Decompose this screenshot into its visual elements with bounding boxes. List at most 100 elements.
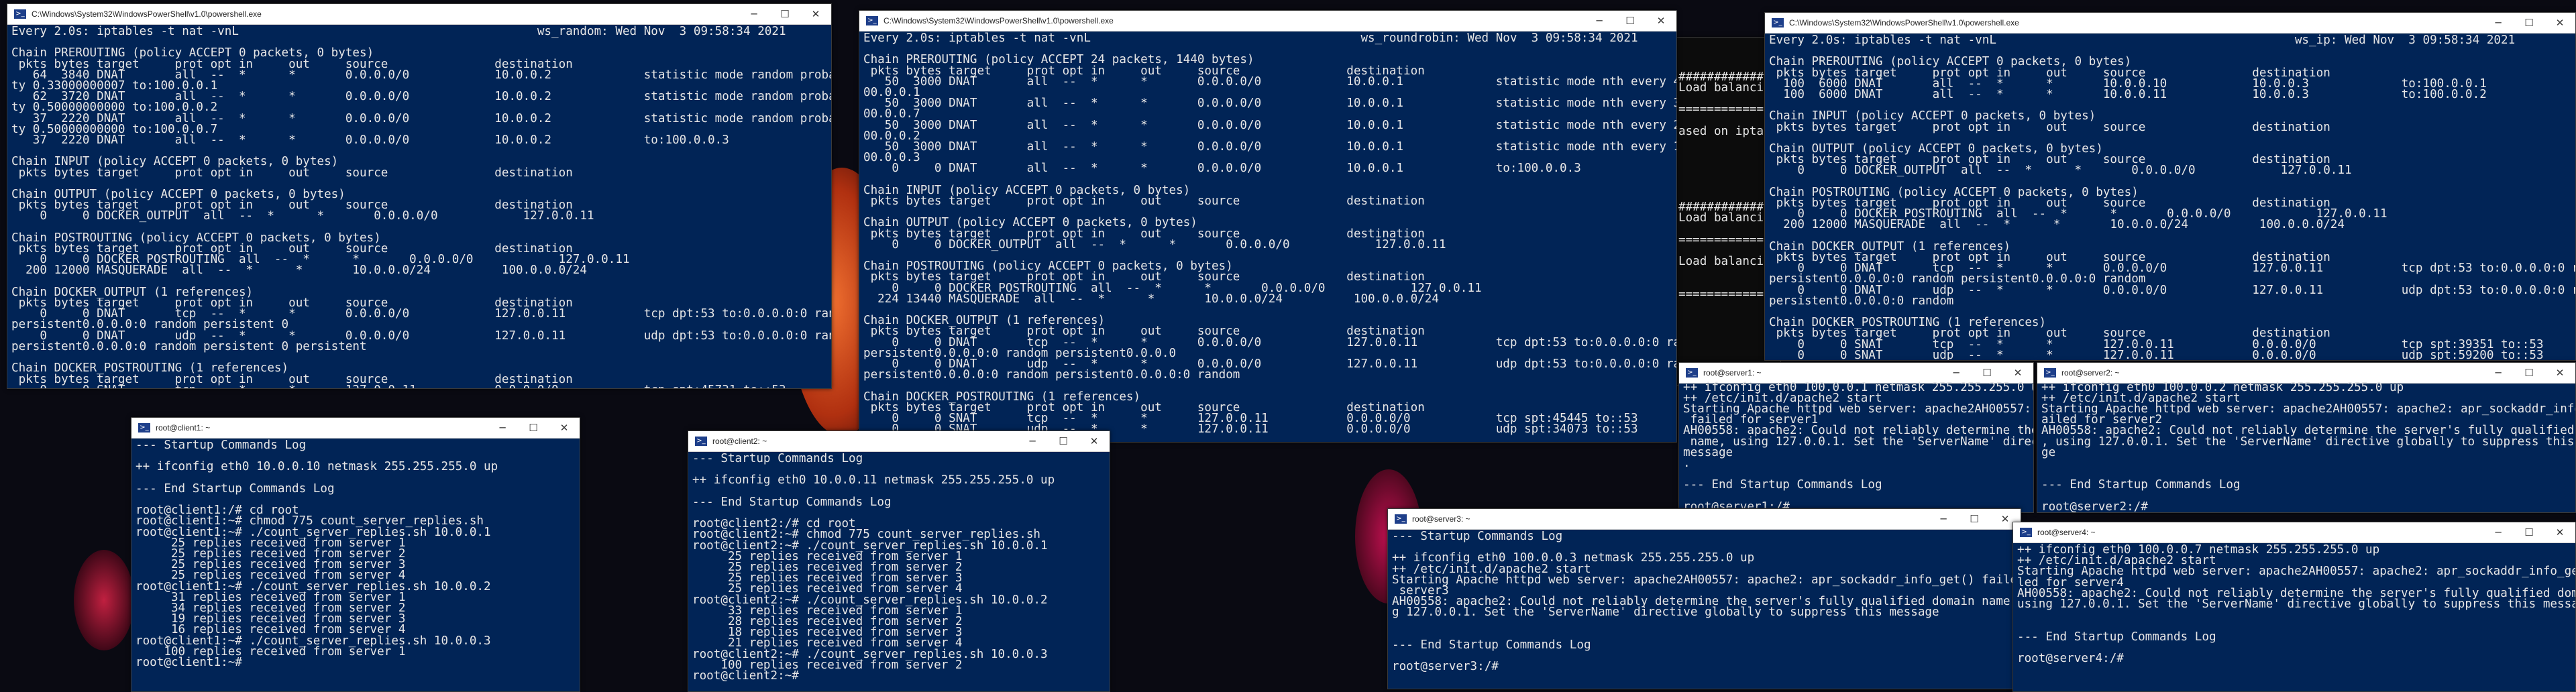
window-title: C:\Windows\System32\WindowsPowerShell\v1…	[883, 16, 1114, 25]
terminal-line: 50 3000 DNAT all -- * * 0.0.0.0/0 10.0.0…	[863, 74, 1676, 89]
title-bar[interactable]: >_ C:\Windows\System32\WindowsPowerShell…	[1765, 13, 2575, 34]
server4-terminal-window[interactable]: >_ root@server4: ~ ─ ☐ ✕ ++ ifconfig eth…	[2012, 522, 2576, 692]
terminal-icon: >_	[1686, 368, 1698, 378]
minimize-icon[interactable]: ─	[739, 4, 769, 24]
terminal-output[interactable]: Every 2.0s: iptables -t nat -vnL ws_rand…	[7, 25, 831, 388]
terminal-output[interactable]: ++ ifconfig eth0 100.0.0.7 netmask 255.2…	[2013, 543, 2575, 691]
terminal-line: Every 2.0s: iptables -t nat -vnL ws_roun…	[863, 32, 1638, 45]
terminal-line: --- End Startup Commands Log	[1392, 638, 1591, 652]
minimize-icon[interactable]: ─	[1017, 431, 1048, 451]
terminal-line: Every 2.0s: iptables -t nat -vnL ws_rand…	[11, 25, 786, 38]
terminal-line: 37 2220 DNAT all -- * * 0.0.0.0/0 10.0.0…	[11, 133, 729, 148]
terminal-line: 0 0 SNAT udp -- * * 127.0.0.11 0.0.0.0/0…	[1769, 348, 2544, 360]
close-icon[interactable]: ✕	[2544, 13, 2575, 33]
server1-terminal-window[interactable]: >_ root@server1: ~ ─ ☐ ✕ ++ ifconfig eth…	[1678, 362, 2034, 513]
terminal-output[interactable]: --- Startup Commands Log ++ ifconfig eth…	[688, 452, 1110, 691]
window-title: root@server4: ~	[2037, 528, 2096, 537]
terminal-output[interactable]: --- Startup Commands Log ++ ifconfig eth…	[131, 439, 580, 691]
terminal-line: 0 0 DOCKER_OUTPUT all -- * * 0.0.0.0/0 1…	[1769, 164, 2352, 178]
wallpaper-decoration	[74, 550, 134, 650]
terminal-line: --- Startup Commands Log	[1392, 530, 1563, 543]
powershell-icon: >_	[1772, 18, 1784, 27]
maximize-icon[interactable]: ☐	[769, 4, 800, 24]
terminal-line: ============	[1678, 103, 1764, 117]
maximize-icon[interactable]: ☐	[2514, 522, 2544, 542]
terminal-output[interactable]: ++ ifconfig eth0 100.0.0.1 netmask 255.2…	[1679, 381, 2033, 512]
server2-terminal-window[interactable]: >_ root@server2: ~ ─ ☐ ✕ ++ ifconfig eth…	[2037, 362, 2576, 513]
terminal-line: Load balancing	[1678, 80, 1778, 95]
client2-terminal-window[interactable]: >_ root@client2: ~ ─ ☐ ✕ --- Startup Com…	[688, 430, 1110, 692]
server3-terminal-window[interactable]: >_ root@server3: ~ ─ ☐ ✕ --- Startup Com…	[1387, 508, 2021, 689]
terminal-line: ased on iptable	[1678, 124, 1780, 138]
maximize-icon[interactable]: ☐	[518, 418, 549, 438]
maximize-icon[interactable]: ☐	[2514, 363, 2544, 383]
terminal-line: root@server2:/#	[2041, 500, 2148, 512]
terminal-line: ge	[2041, 445, 2056, 459]
terminal-line: persistent0.0.0.0:0 random persistent0.0…	[863, 368, 1240, 382]
title-bar[interactable]: >_ root@client2: ~ ─ ☐ ✕	[688, 431, 1110, 452]
window-title: root@client1: ~	[156, 423, 211, 432]
close-icon[interactable]: ✕	[2002, 363, 2033, 383]
terminal-line: root@server3:/#	[1392, 660, 1499, 674]
close-icon[interactable]: ✕	[2544, 522, 2575, 542]
terminal-output[interactable]: ++ ifconfig eth0 100.0.0.2 netmask 255.2…	[2037, 381, 2575, 512]
minimize-icon[interactable]: ─	[1941, 363, 1972, 383]
window-title: root@server1: ~	[1703, 368, 1762, 378]
terminal-line: Every 2.0s: iptables -t nat -vnL ws_ip: …	[1769, 34, 2516, 47]
minimize-icon[interactable]: ─	[487, 418, 518, 438]
terminal-line: using 127.0.0.1. Set the 'ServerName' di…	[2017, 597, 2575, 612]
minimize-icon[interactable]: ─	[1584, 11, 1615, 31]
terminal-line: --- End Startup Commands Log	[2017, 630, 2216, 644]
terminal-line: ++ ifconfig eth0 10.0.0.11 netmask 255.2…	[692, 473, 1055, 487]
maximize-icon[interactable]: ☐	[2514, 13, 2544, 33]
terminal-line: persistent0.0.0.0:0 random persistent 0 …	[11, 339, 367, 353]
terminal-line: ============	[1678, 287, 1764, 301]
close-icon[interactable]: ✕	[2544, 363, 2575, 383]
terminal-line: --- Startup Commands Log	[692, 452, 863, 465]
minimize-icon[interactable]: ─	[1928, 509, 1959, 529]
close-icon[interactable]: ✕	[800, 4, 831, 24]
minimize-icon[interactable]: ─	[2483, 363, 2514, 383]
powershell-window-roundrobin[interactable]: >_ C:\Windows\System32\WindowsPowerShell…	[859, 10, 1677, 443]
terminal-line: pkts bytes target prot opt in out source…	[11, 166, 573, 180]
terminal-line: --- End Startup Commands Log	[692, 495, 892, 509]
terminal-line: g 127.0.0.1. Set the 'ServerName' direct…	[1392, 606, 1939, 620]
window-title: C:\Windows\System32\WindowsPowerShell\v1…	[32, 9, 262, 19]
terminal-line: root@server4:/#	[2017, 652, 2124, 666]
title-bar[interactable]: >_ root@client1: ~ ─ ☐ ✕	[131, 418, 580, 439]
powershell-window-random[interactable]: >_ C:\Windows\System32\WindowsPowerShell…	[7, 3, 832, 389]
title-bar[interactable]: >_ C:\Windows\System32\WindowsPowerShell…	[7, 4, 831, 25]
terminal-output[interactable]: Every 2.0s: iptables -t nat -vnL ws_ip: …	[1765, 34, 2575, 360]
close-icon[interactable]: ✕	[549, 418, 580, 438]
maximize-icon[interactable]: ☐	[1048, 431, 1079, 451]
client1-terminal-window[interactable]: >_ root@client1: ~ ─ ☐ ✕ --- Startup Com…	[131, 417, 580, 692]
title-bar[interactable]: >_ root@server4: ~ ─ ☐ ✕	[2013, 522, 2575, 543]
title-bar[interactable]: >_ C:\Windows\System32\WindowsPowerShell…	[859, 11, 1676, 32]
minimize-icon[interactable]: ─	[2483, 522, 2514, 542]
terminal-icon: >_	[138, 423, 150, 432]
close-icon[interactable]: ✕	[1079, 431, 1110, 451]
powershell-window-ip[interactable]: >_ C:\Windows\System32\WindowsPowerShell…	[1764, 12, 2576, 361]
terminal-line: 0 0 DOCKER_OUTPUT all -- * * 0.0.0.0/0 1…	[863, 237, 1446, 251]
terminal-line: --- End Startup Commands Log	[1683, 478, 1882, 492]
title-bar[interactable]: >_ root@server3: ~ ─ ☐ ✕	[1388, 509, 2021, 530]
terminal-line: Load balancing	[1678, 211, 1778, 225]
terminal-line: 0 0 DOCKER_OUTPUT all -- * * 0.0.0.0/0 1…	[11, 209, 594, 223]
close-icon[interactable]: ✕	[1646, 11, 1676, 31]
minimize-icon[interactable]: ─	[2483, 13, 2514, 33]
terminal-output[interactable]: Every 2.0s: iptables -t nat -vnL ws_roun…	[859, 32, 1676, 442]
terminal-line: 100 6000 DNAT all -- * * 10.0.0.11 10.0.…	[1769, 88, 2487, 102]
terminal-output[interactable]: --- Startup Commands Log ++ ifconfig eth…	[1388, 530, 2021, 689]
terminal-line: 0 0 SNAT tcp -- * * 127.0.0.11 0.0.0.0/0…	[11, 384, 828, 388]
terminal-icon: >_	[1395, 514, 1407, 524]
maximize-icon[interactable]: ☐	[1959, 509, 1990, 529]
maximize-icon[interactable]: ☐	[1972, 363, 2002, 383]
maximize-icon[interactable]: ☐	[1615, 11, 1646, 31]
